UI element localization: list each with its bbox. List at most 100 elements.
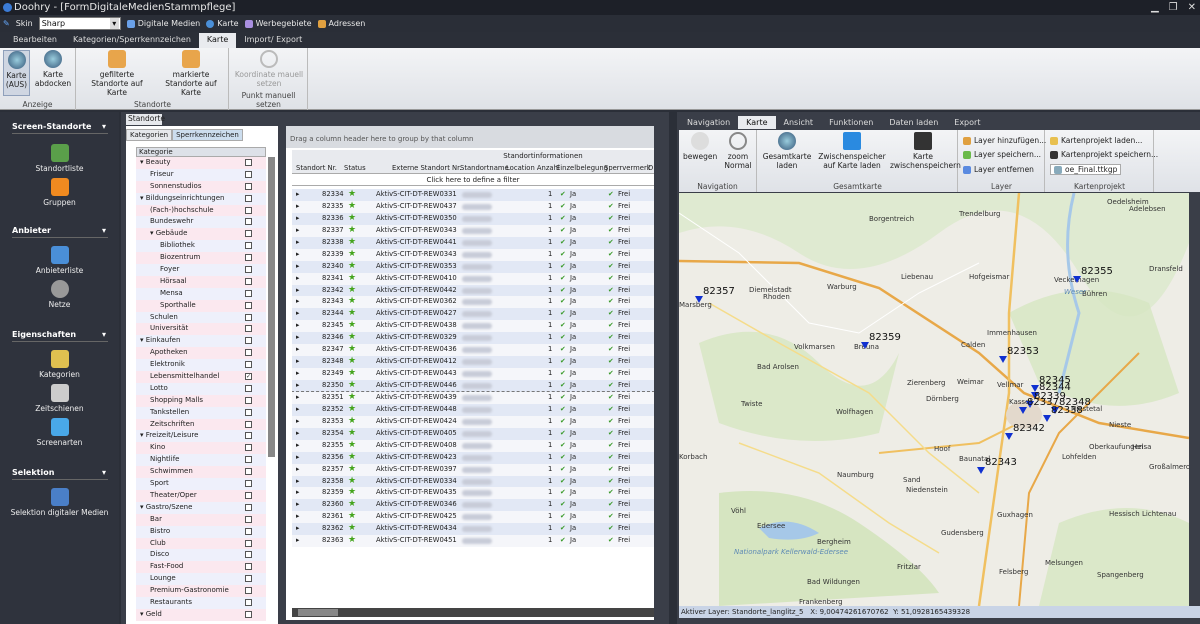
tab-kategorien[interactable]: Kategorien/Sperrkennzeichen xyxy=(65,33,199,48)
category-row[interactable]: ▾ Beauty xyxy=(136,157,266,169)
map-pin-icon[interactable] xyxy=(1043,415,1051,422)
map-canvas[interactable]: Borgentreich Trendelburg Oedelsheim Adelebs… xyxy=(679,193,1189,606)
category-row[interactable]: Theater/Oper xyxy=(136,489,266,502)
table-row[interactable]: ▸ 82348 ★ Aktiv S-CIT-DT-REW0412 1 ✔ Ja ✔ Frei xyxy=(292,356,654,369)
layer-speichern-button[interactable]: Layer speichern... xyxy=(963,150,1041,159)
table-row[interactable]: ▸ 82338 ★ Aktiv S-CIT-DT-REW0441 1 ✔ Ja ✔ Frei xyxy=(292,236,654,249)
category-row[interactable]: Apotheken xyxy=(136,347,266,360)
category-row[interactable]: Zeitschriften xyxy=(136,418,266,431)
category-checkbox[interactable] xyxy=(245,384,252,392)
category-row[interactable]: Schwimmen xyxy=(136,466,266,479)
project-file[interactable]: oe_Final.ttkgp xyxy=(1050,164,1122,175)
table-row[interactable]: ▸ 82363 ★ Aktiv S-CIT-DT-REW0451 1 ✔ Ja ✔ Frei xyxy=(292,535,654,548)
table-row[interactable]: ▸ 82362 ★ Aktiv S-CIT-DT-REW0434 1 ✔ Ja ✔ Frei xyxy=(292,523,654,536)
category-checkbox[interactable] xyxy=(245,170,252,178)
map-pin-icon[interactable] xyxy=(695,296,703,303)
category-row[interactable]: Bistro xyxy=(136,525,266,538)
bewegen-button[interactable]: bewegen xyxy=(683,132,717,161)
filter-row[interactable]: Click here to define a filter xyxy=(292,174,654,186)
sidebar-section-selektion[interactable]: Selektion ▾ xyxy=(12,468,108,480)
category-row[interactable]: ▾ Gastro/Szene xyxy=(136,501,266,514)
category-row[interactable]: Lounge xyxy=(136,573,266,586)
category-row[interactable]: Foyer xyxy=(136,264,266,276)
category-checkbox[interactable] xyxy=(245,491,252,499)
subtab-kategorien[interactable]: Kategorien xyxy=(126,129,173,141)
category-row[interactable]: Friseur xyxy=(136,168,266,181)
table-row[interactable]: ▸ 82361 ★ Aktiv S-CIT-DT-REW0425 1 ✔ Ja ✔ Frei xyxy=(292,511,654,524)
category-checkbox[interactable] xyxy=(245,337,252,345)
category-row[interactable]: Nightlife xyxy=(136,454,266,467)
category-checkbox[interactable] xyxy=(245,396,252,404)
category-checkbox[interactable] xyxy=(245,408,252,416)
category-row[interactable]: Bibliothek xyxy=(136,240,266,253)
zoom-normal-button[interactable]: zoom Normal xyxy=(721,132,755,170)
column-header[interactable]: Externe Standort Nr. xyxy=(392,162,461,174)
layer-entfernen-button[interactable]: Layer entfernen xyxy=(963,165,1034,174)
map-tab-daten-laden[interactable]: Daten laden xyxy=(881,116,946,129)
category-checkbox[interactable] xyxy=(245,480,252,488)
category-checkbox[interactable] xyxy=(245,432,252,440)
map-tab-navigation[interactable]: Navigation xyxy=(679,116,738,129)
category-checkbox[interactable] xyxy=(245,230,252,238)
category-row[interactable]: Universität xyxy=(136,323,266,336)
category-checkbox[interactable] xyxy=(245,242,252,250)
category-row[interactable]: ▾ Freizeit/Leisure xyxy=(136,430,266,443)
category-checkbox[interactable] xyxy=(245,539,252,547)
map-vertical-scrollbar[interactable] xyxy=(1189,193,1200,606)
category-checkbox[interactable] xyxy=(245,349,252,357)
map-tab-funktionen[interactable]: Funktionen xyxy=(821,116,881,129)
sidebar-section-screen-standorte[interactable]: Screen-Standorte ▾ xyxy=(12,122,108,134)
table-row[interactable]: ▸ 82336 ★ Aktiv S-CIT-DT-REW0350 1 ✔ Ja ✔ Frei xyxy=(292,212,654,225)
kartenprojekt-speichern-button[interactable]: Kartenprojekt speichern... xyxy=(1050,150,1158,159)
table-row[interactable]: ▸ 82346 ★ Aktiv S-CIT-DT-REW0329 1 ✔ Ja ✔ Frei xyxy=(292,332,654,345)
subtab-sperrkennzeichen[interactable]: Sperrkennzeichen xyxy=(172,129,243,141)
table-row[interactable]: ▸ 82337 ★ Aktiv S-CIT-DT-REW0343 1 ✔ Ja ✔ Frei xyxy=(292,224,654,237)
table-row[interactable]: ▸ 82354 ★ Aktiv S-CIT-DT-REW0405 1 ✔ Ja ✔ Frei xyxy=(292,427,654,440)
category-checkbox[interactable] xyxy=(245,194,252,202)
category-row[interactable]: Premium-Gastronomie xyxy=(136,585,266,597)
table-row[interactable]: ▸ 82345 ★ Aktiv S-CIT-DT-REW0438 1 ✔ Ja ✔ Frei xyxy=(292,320,654,333)
sidebar-item-gruppen[interactable]: Gruppen xyxy=(0,178,119,207)
category-row[interactable]: ▾ Bildungseinrichtungen xyxy=(136,192,266,205)
category-checkbox[interactable] xyxy=(245,361,252,369)
category-checkbox[interactable] xyxy=(245,254,252,262)
category-checkbox[interactable] xyxy=(245,159,252,166)
category-checkbox[interactable] xyxy=(245,551,252,559)
table-row[interactable]: ▸ 82357 ★ Aktiv S-CIT-DT-REW0397 1 ✔ Ja ✔ Frei xyxy=(292,463,654,476)
category-checkbox[interactable] xyxy=(245,182,252,190)
category-row[interactable]: Schulen xyxy=(136,311,266,324)
scroll-thumb[interactable] xyxy=(298,609,338,616)
karte-aus-button[interactable]: Karte (AUS) xyxy=(3,50,30,96)
column-header[interactable]: Standort Nr. xyxy=(296,162,337,174)
category-scrollbar[interactable] xyxy=(268,157,275,457)
category-header[interactable]: Kategorie xyxy=(136,147,266,157)
sidebar-item-standortliste[interactable]: Standortliste xyxy=(0,144,119,173)
map-pin-icon[interactable] xyxy=(1019,407,1027,414)
table-row[interactable]: ▸ 82353 ★ Aktiv S-CIT-DT-REW0424 1 ✔ Ja ✔ Frei xyxy=(292,415,654,428)
sidebar-section-anbieter[interactable]: Anbieter ▾ xyxy=(12,226,108,238)
karte-zwischenspeichern-button[interactable]: Karte zwischenspeichern xyxy=(890,132,961,170)
category-row[interactable]: Bar xyxy=(136,513,266,526)
tab-standorte[interactable]: Standorte xyxy=(126,114,165,125)
category-row[interactable]: Tankstellen xyxy=(136,406,266,419)
category-checkbox[interactable] xyxy=(245,289,252,297)
column-header[interactable]: Status xyxy=(344,162,366,174)
category-row[interactable]: ▾ Einkaufen xyxy=(136,335,266,348)
table-row[interactable]: ▸ 82359 ★ Aktiv S-CIT-DT-REW0435 1 ✔ Ja ✔ Frei xyxy=(292,487,654,500)
sidebar-item-selektion[interactable]: Selektion digitaler Medien xyxy=(0,488,119,517)
table-row[interactable]: ▸ 82343 ★ Aktiv S-CIT-DT-REW0362 1 ✔ Ja ✔ Frei xyxy=(292,296,654,309)
quick-karte[interactable]: Karte xyxy=(206,19,239,28)
category-row[interactable]: Lebensmittelhandel ✓ xyxy=(136,371,266,383)
table-row[interactable]: ▸ 82352 ★ Aktiv S-CIT-DT-REW0448 1 ✔ Ja ✔ Frei xyxy=(292,403,654,416)
category-row[interactable]: Hörsaal xyxy=(136,275,266,288)
table-row[interactable]: ▸ 82339 ★ Aktiv S-CIT-DT-REW0343 1 ✔ Ja ✔ Frei xyxy=(292,248,654,261)
tab-bearbeiten[interactable]: Bearbeiten xyxy=(5,33,65,48)
category-checkbox[interactable] xyxy=(245,610,252,618)
category-checkbox[interactable] xyxy=(245,266,252,274)
category-row[interactable]: Bundeswehr xyxy=(136,216,266,229)
category-checkbox[interactable] xyxy=(245,325,252,333)
column-header[interactable]: Sperrvermerk xyxy=(604,162,651,174)
table-row[interactable]: ▸ 82360 ★ Aktiv S-CIT-DT-REW0346 1 ✔ Ja ✔ Frei xyxy=(292,499,654,512)
category-checkbox[interactable] xyxy=(245,598,252,606)
category-checkbox[interactable] xyxy=(245,575,252,583)
